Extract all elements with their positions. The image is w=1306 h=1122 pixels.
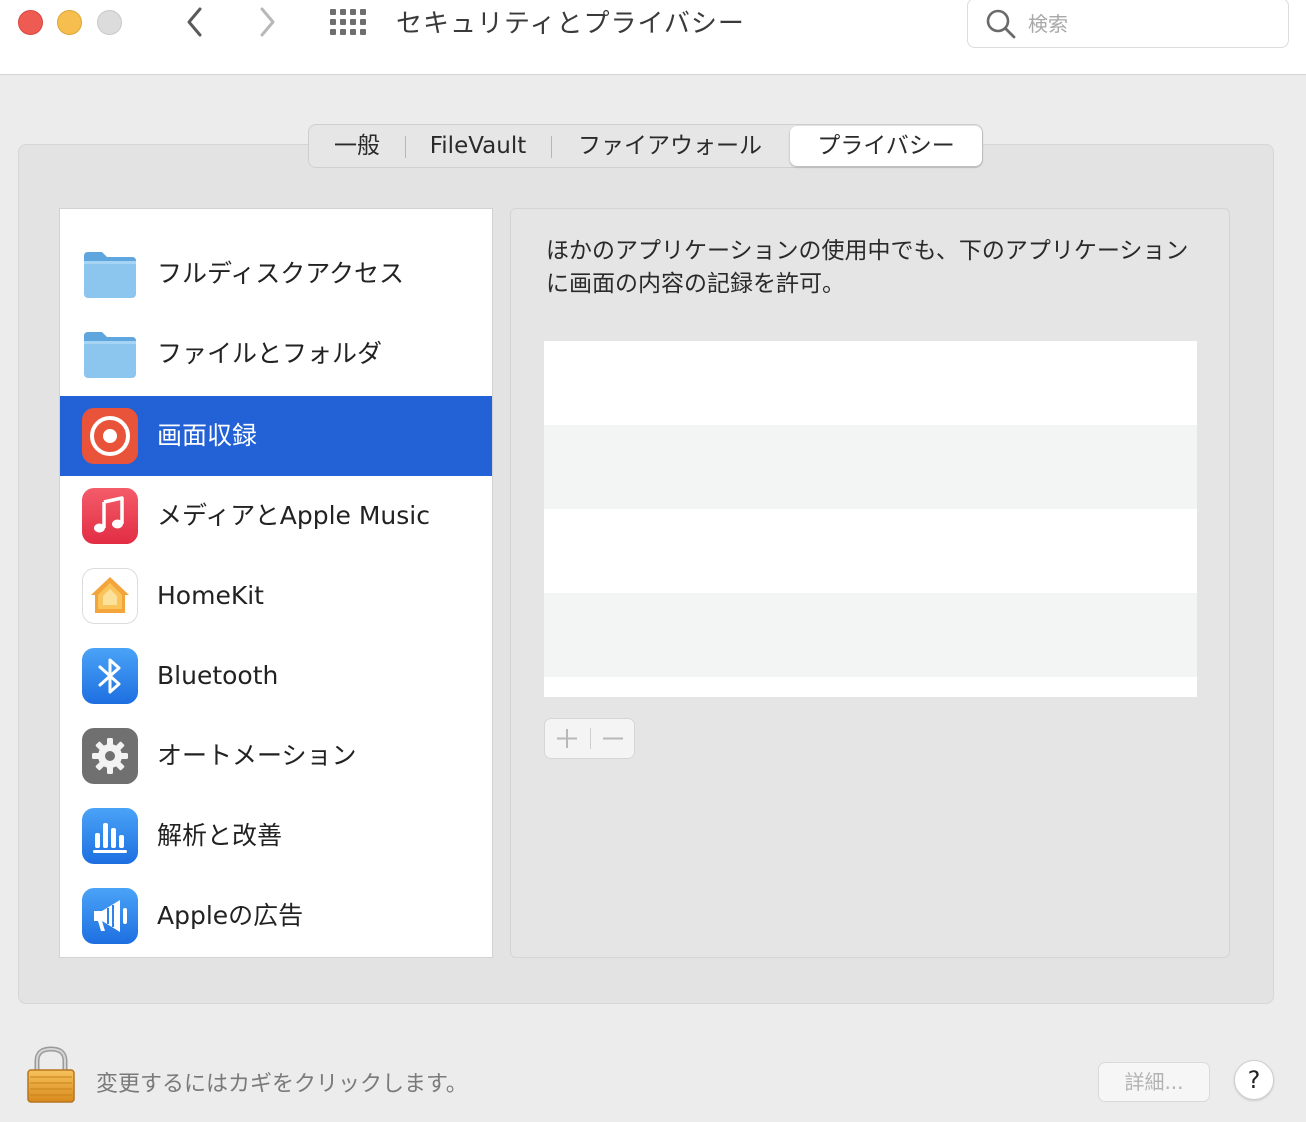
window-title: セキュリティとプライバシー (396, 9, 745, 39)
sidebar-item-apple-advertising[interactable]: Appleの広告 (60, 876, 492, 956)
music-icon (82, 488, 138, 544)
megaphone-icon (82, 888, 138, 944)
advanced-button[interactable]: 詳細... (1098, 1062, 1210, 1102)
sidebar-item-files-and-folders[interactable]: ファイルとフォルダ (60, 314, 492, 394)
allowed-apps-list[interactable] (544, 341, 1197, 697)
sidebar-item-automation[interactable]: オートメーション (60, 716, 492, 796)
tab-privacy[interactable]: プライバシー (790, 126, 982, 166)
sidebar-item-analytics[interactable]: 解析と改善 (60, 796, 492, 876)
tab-filevault[interactable]: FileVault (406, 125, 550, 167)
list-row (544, 509, 1197, 593)
list-row (544, 425, 1197, 509)
sidebar-item-homekit[interactable]: HomeKit (60, 556, 492, 636)
minus-icon (603, 737, 623, 740)
help-button[interactable]: ? (1234, 1060, 1274, 1100)
sidebar-item-label: メディアとApple Music (157, 501, 430, 530)
back-button[interactable] (180, 4, 210, 40)
sidebar-item-label: オートメーション (157, 741, 357, 770)
add-app-button[interactable] (545, 719, 589, 758)
sidebar-item-media-apple-music[interactable]: メディアとApple Music (60, 476, 492, 556)
privacy-category-list[interactable]: フルディスクアクセス ファイルとフォルダ 画面収録 メディアとApple Mus… (59, 208, 493, 958)
analytics-icon (82, 808, 138, 864)
folder-icon (84, 332, 136, 378)
gear-icon (82, 728, 138, 784)
sidebar-item-label: 解析と改善 (157, 821, 283, 850)
remove-app-button[interactable] (591, 719, 635, 758)
search-field[interactable] (967, 0, 1289, 48)
list-row (544, 341, 1197, 425)
lock-icon[interactable] (26, 1046, 76, 1104)
forward-button[interactable] (252, 4, 282, 40)
sidebar-item-label: HomeKit (157, 581, 264, 610)
sidebar-item-label: 画面収録 (157, 421, 258, 450)
lock-instruction: 変更するにはカギをクリックします。 (96, 1072, 468, 1097)
bluetooth-icon (82, 648, 138, 704)
sidebar-item-label: ファイルとフォルダ (157, 339, 383, 368)
sidebar-item-label: Bluetooth (157, 661, 279, 690)
screen-recording-icon (82, 408, 138, 464)
screen-recording-detail-panel: ほかのアプリケーションの使用中でも、下のアプリケーションに画面の内容の記録を許可… (510, 208, 1230, 958)
show-all-button[interactable] (330, 9, 366, 35)
chevron-right-icon (260, 7, 275, 37)
search-input[interactable] (1028, 9, 1268, 39)
home-icon (82, 568, 138, 624)
add-remove-control (544, 718, 635, 759)
tab-firewall[interactable]: ファイアウォール (552, 125, 788, 167)
folder-icon (84, 252, 136, 298)
sidebar-item-label: Appleの広告 (157, 901, 304, 930)
plus-icon (557, 729, 577, 748)
sidebar-item-screen-recording[interactable]: 画面収録 (60, 396, 492, 476)
permission-description: ほかのアプリケーションの使用中でも、下のアプリケーションに画面の内容の記録を許可… (546, 238, 1189, 297)
tab-general[interactable]: 一般 (309, 125, 405, 167)
tab-bar: 一般 FileVault ファイアウォール プライバシー (308, 124, 983, 168)
sidebar-item-label: フルディスクアクセス (157, 259, 405, 288)
sidebar-item-bluetooth[interactable]: Bluetooth (60, 636, 492, 716)
chevron-left-icon (187, 7, 202, 37)
close-window-button[interactable] (18, 10, 43, 35)
grid-icon (330, 9, 336, 15)
zoom-window-button[interactable] (97, 10, 122, 35)
search-icon (986, 9, 1016, 39)
sidebar-item-full-disk-access[interactable]: フルディスクアクセス (60, 234, 492, 314)
minimize-window-button[interactable] (57, 10, 82, 35)
title-bar: セキュリティとプライバシー (0, 0, 1306, 75)
list-row (544, 593, 1197, 677)
